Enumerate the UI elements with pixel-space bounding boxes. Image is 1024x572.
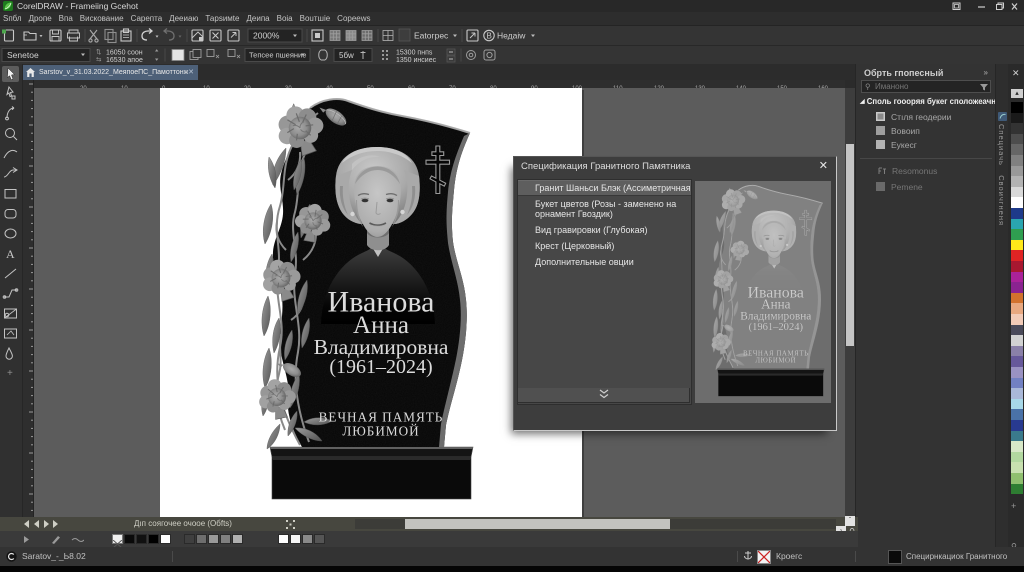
svg-text:⇅: ⇅ [96,49,102,56]
svg-text:B: B [487,32,492,41]
svg-text:+: + [7,368,13,379]
svg-text:16050 соон: 16050 соон [106,50,143,57]
svg-text:2000%: 2000% [253,31,280,41]
svg-text:Недаiw: Недаiw [497,31,526,41]
svg-text:15300 пнпs: 15300 пнпs [396,50,433,57]
svg-text:A: A [6,247,15,261]
svg-text:Тепсее пшеяние: Тепсее пшеяние [249,51,306,60]
svg-text:1350 инсиес: 1350 инсиес [396,57,437,64]
svg-text:Senetoe: Senetoe [7,50,39,60]
svg-text:⇆: ⇆ [96,57,102,64]
svg-text:Eаtогрес: Eаtогрес [414,31,449,41]
svg-text:5бw: 5бw [339,51,354,60]
svg-text:16530 апое: 16530 апое [106,57,143,64]
